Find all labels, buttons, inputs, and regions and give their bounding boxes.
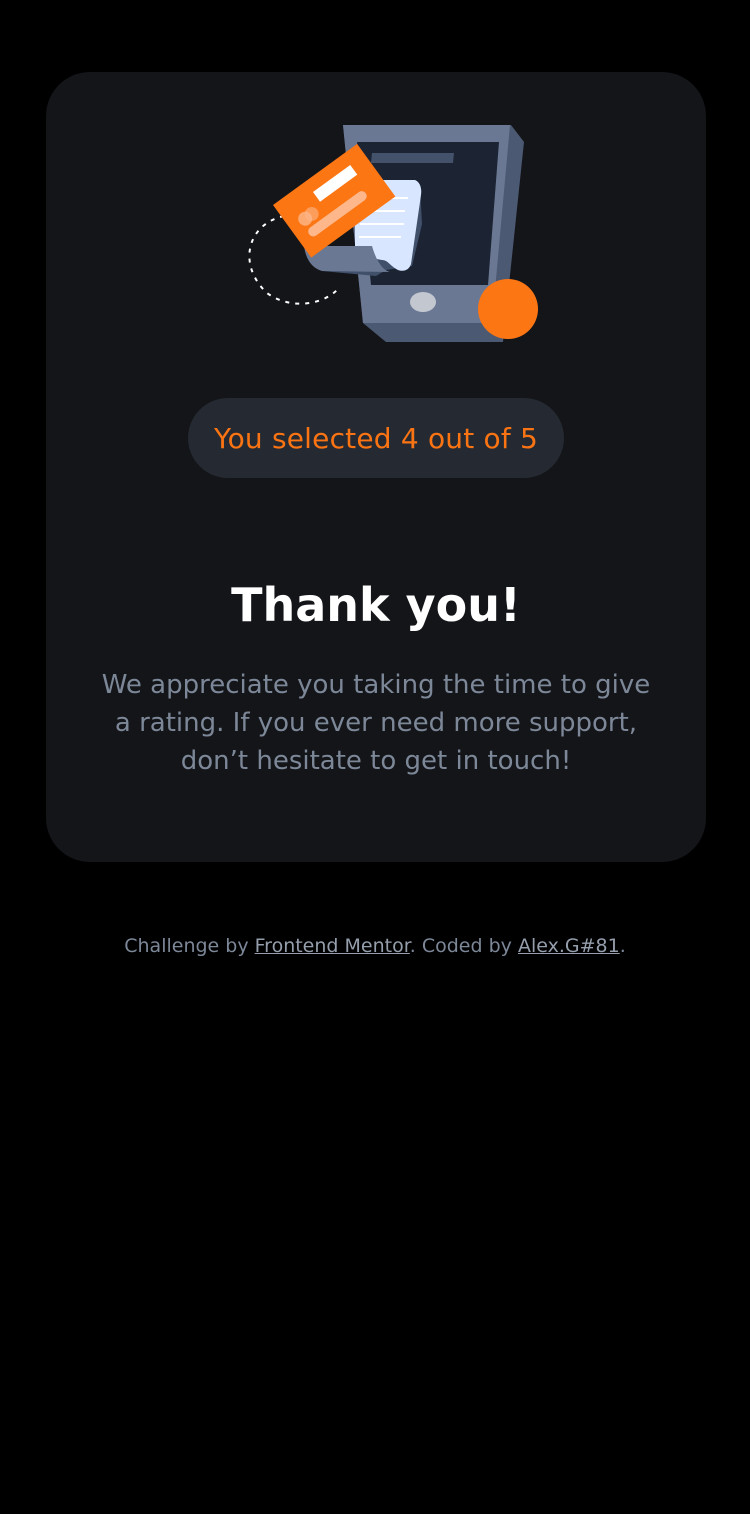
phone-speaker: [371, 153, 454, 163]
frontend-mentor-link[interactable]: Frontend Mentor: [255, 935, 410, 957]
author-link[interactable]: Alex.G#81: [518, 935, 620, 957]
attribution: Challenge by Frontend Mentor. Coded by A…: [0, 932, 750, 960]
selection-badge: You selected 4 out of 5: [188, 398, 564, 478]
thank-you-message: We appreciate you taking the time to giv…: [101, 670, 651, 776]
thank-you-title: Thank you!: [231, 578, 521, 632]
attribution-suffix: .: [619, 935, 626, 957]
attribution-prefix: Challenge by: [124, 935, 255, 957]
thank-you-card: You selected 4 out of 5 Thank you! We ap…: [46, 72, 706, 862]
orange-coin: [478, 279, 538, 339]
phone-home-button: [410, 292, 436, 312]
attribution-middle: . Coded by: [409, 935, 518, 957]
phone-payment-illustration: [248, 125, 538, 342]
